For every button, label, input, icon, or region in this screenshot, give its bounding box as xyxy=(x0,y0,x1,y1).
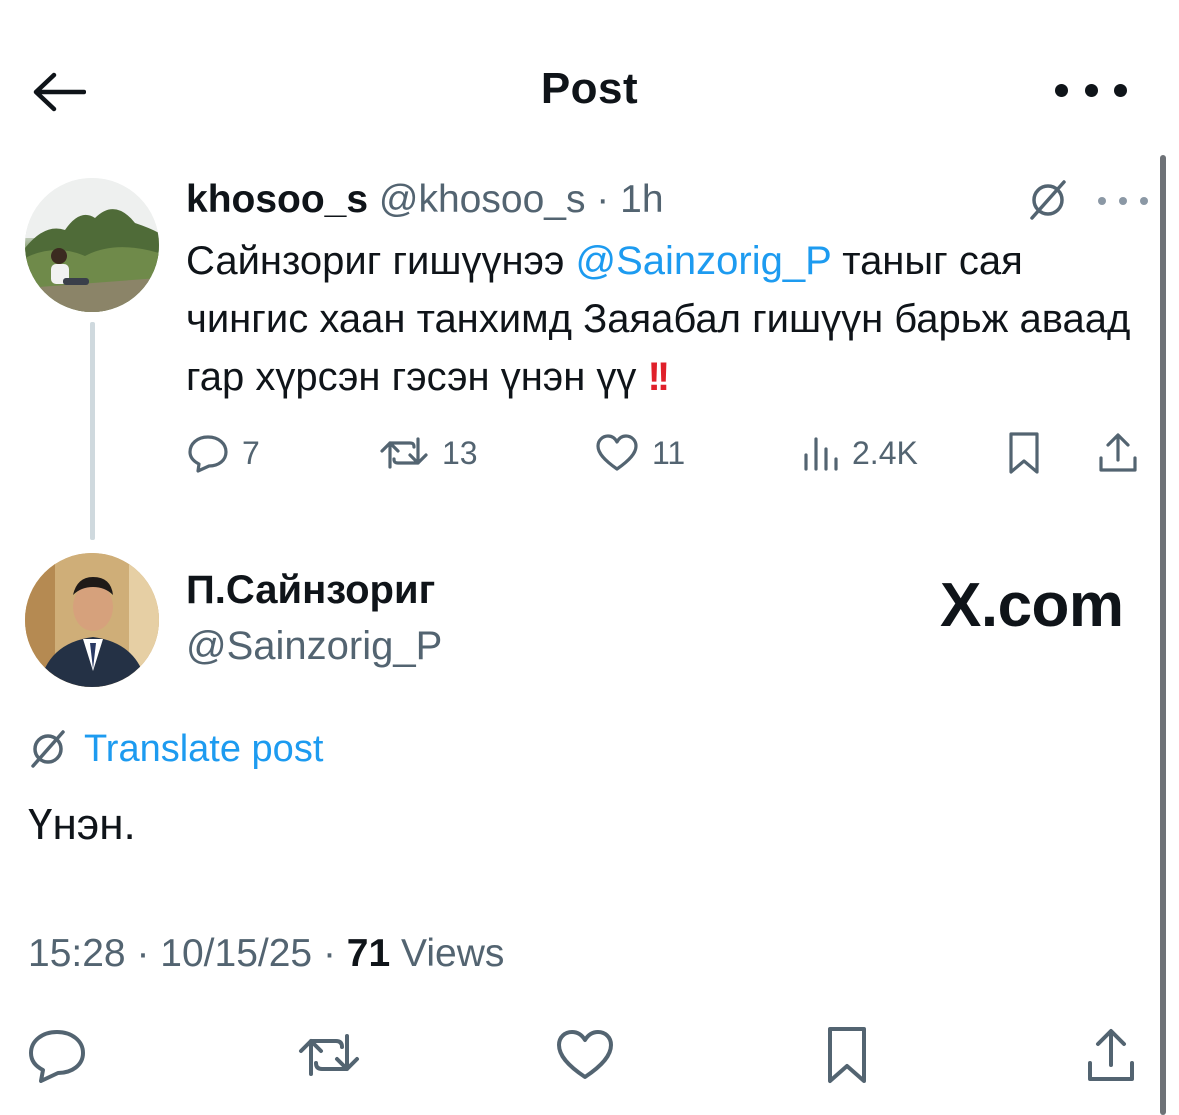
bookmark-button[interactable] xyxy=(1004,425,1044,481)
mention-link[interactable]: @Sainzorig_P xyxy=(576,239,832,283)
page-title: Post xyxy=(540,64,639,113)
author-handle[interactable]: @khosoo_s xyxy=(379,178,586,221)
double-exclamation-emoji: !! xyxy=(647,355,671,399)
translate-post-link[interactable]: Translate post xyxy=(26,724,323,774)
meta-separator: · xyxy=(136,932,150,975)
more-horizontal-icon xyxy=(1140,197,1148,205)
bookmark-button[interactable] xyxy=(812,1020,882,1090)
tweet-text-part: Сайнзориг гишүүнээ xyxy=(186,239,576,283)
reply-button[interactable]: 7 xyxy=(186,425,260,481)
x-com-watermark: X.com xyxy=(940,571,1124,640)
analytics-icon xyxy=(804,437,838,471)
tweet-more-button[interactable] xyxy=(1098,196,1148,206)
author-name[interactable]: П.Сайнзориг xyxy=(186,568,435,613)
author-name[interactable]: khosoo_s xyxy=(186,178,368,221)
author-handle[interactable]: @Sainzorig_P xyxy=(186,624,442,669)
repost-icon xyxy=(380,437,428,469)
repost-button[interactable]: 13 xyxy=(378,425,478,481)
post-time[interactable]: 15:28 xyxy=(28,932,126,975)
meta-separator: · xyxy=(596,178,610,221)
meta-separator: · xyxy=(322,932,336,975)
avatar-photo xyxy=(25,553,159,687)
like-count: 11 xyxy=(652,434,686,471)
scrollbar[interactable] xyxy=(1160,155,1166,1115)
tweet-actions: 7 13 11 2.4K xyxy=(186,425,1146,481)
avatar-photo xyxy=(25,178,159,312)
more-options-button[interactable] xyxy=(1055,78,1127,102)
post-date[interactable]: 10/15/25 xyxy=(160,932,312,975)
heart-icon xyxy=(557,1030,613,1079)
more-horizontal-icon xyxy=(1119,197,1127,205)
reply-icon xyxy=(29,1030,85,1083)
bookmark-icon xyxy=(828,1027,866,1083)
avatar[interactable] xyxy=(25,553,159,687)
share-button[interactable] xyxy=(1096,425,1140,481)
repost-button[interactable] xyxy=(294,1020,364,1090)
share-icon xyxy=(1088,1029,1134,1081)
share-icon xyxy=(1099,433,1137,472)
repost-icon xyxy=(299,1034,359,1076)
top-bar: Post xyxy=(0,0,1179,150)
reply-button[interactable] xyxy=(22,1020,92,1090)
repost-count: 13 xyxy=(442,434,478,471)
more-horizontal-icon xyxy=(1114,83,1127,97)
views-label: Views xyxy=(401,932,505,975)
translate-button[interactable] xyxy=(1024,178,1072,222)
reply-count: 7 xyxy=(242,434,260,471)
views-count: 2.4K xyxy=(852,434,918,471)
thread-connector xyxy=(90,322,95,540)
parent-tweet-header: khosoo_s @khosoo_s · 1h xyxy=(186,178,664,222)
views-count: 71 xyxy=(346,932,391,975)
views-button[interactable]: 2.4K xyxy=(800,425,918,481)
like-button[interactable]: 11 xyxy=(594,425,685,481)
post-time[interactable]: 1h xyxy=(620,178,663,221)
more-horizontal-icon xyxy=(1098,197,1106,205)
heart-icon xyxy=(596,434,638,471)
translate-icon xyxy=(1030,180,1066,220)
translate-post-label: Translate post xyxy=(84,727,324,770)
bookmark-icon xyxy=(1009,432,1039,474)
more-horizontal-icon xyxy=(1055,83,1068,97)
more-horizontal-icon xyxy=(1084,83,1098,97)
tweet-text: Сайнзориг гишүүнээ @Sainzorig_P таныг са… xyxy=(186,232,1146,406)
like-button[interactable] xyxy=(550,1020,620,1090)
tweet-text: Үнэн. xyxy=(28,800,136,849)
share-button[interactable] xyxy=(1076,1020,1146,1090)
post-action-bar xyxy=(0,1020,1179,1090)
reply-icon xyxy=(188,435,228,473)
translate-icon xyxy=(31,730,65,768)
post-metadata: 15:28 · 10/15/25 · 71 Views xyxy=(28,932,504,976)
avatar[interactable] xyxy=(25,178,159,312)
